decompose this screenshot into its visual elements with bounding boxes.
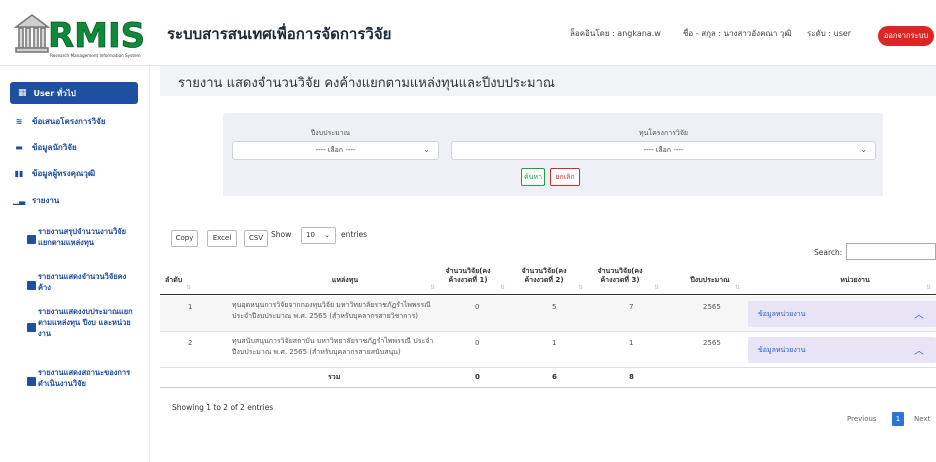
unit-accordion-label: ข้อมูลหน่วยงาน (758, 346, 806, 354)
sidebar-subitem-research-status[interactable]: รายงานแสดงสถานะของการดำเนินงานวิจัย (38, 367, 138, 389)
top-header: RMIS Research Management Information Sys… (0, 0, 936, 66)
sidebar-item-experts[interactable]: ▮▮ ข้อมูลผู้ทรงคุณวุฒิ (14, 167, 96, 180)
rmis-logo[interactable]: RMIS Research Management Information Sys… (10, 7, 150, 61)
col-header-pending2[interactable]: จำนวนวิจัย(คงค้างงวดที่ 2) (518, 267, 570, 285)
cell-pending3: 7 (629, 303, 634, 311)
fund-label: ทุนโครงการวิจัย (638, 129, 689, 137)
cell-pending1: 0 (475, 303, 480, 311)
page-length-value: 10 (306, 231, 315, 239)
cell-pending3: 1 (629, 339, 634, 347)
search-label: Search: (814, 248, 843, 257)
col-header-fund[interactable]: แหล่งทุน (255, 276, 435, 285)
total-pending1: 0 (475, 373, 480, 381)
columns-icon: ▮▮ (14, 169, 24, 178)
search-input[interactable] (846, 243, 936, 260)
col-header-pending1[interactable]: จำนวนวิจัย(คงค้างงวดที่ 1) (442, 267, 494, 285)
sidebar-item-label: User ทั่วไป (33, 88, 76, 98)
total-label: รวม (328, 373, 341, 381)
cell-year: 2565 (703, 339, 721, 347)
show-label: Show (271, 230, 292, 239)
sidebar: ▦ User ทั่วไป ≋ ข้อเสนอโครงการวิจัย ▬ ข้… (0, 66, 150, 462)
sidebar-subitem-budget-by-fund[interactable]: รายงานแสดงงบประมาณแยกตามแหล่งทุน ปีงบ แล… (38, 306, 138, 339)
logout-button[interactable]: ออกจากระบบ (878, 26, 934, 46)
cell-no: 2 (188, 339, 193, 347)
sidebar-item-label: รายงาน (32, 196, 60, 205)
copy-button[interactable]: Copy (171, 230, 198, 247)
entries-label: entries (341, 230, 367, 239)
sort-icon: ⇅ (430, 284, 436, 291)
total-pending2: 6 (552, 373, 557, 381)
sort-icon: ⇅ (735, 284, 741, 291)
sort-icon: ⇅ (578, 284, 584, 291)
search-button[interactable]: ค้นหา (521, 168, 545, 186)
grid-icon: ▦ (18, 88, 27, 98)
sidebar-item-label: ข้อเสนอโครงการวิจัย (32, 117, 106, 126)
pagination-page-1[interactable]: 1 (892, 412, 904, 426)
cell-no: 1 (188, 303, 193, 311)
unit-accordion-button[interactable]: ข้อมูลหน่วยงาน ︿ (748, 301, 936, 327)
report-icon (27, 235, 36, 244)
login-user-label: ล็อคอินโดย : angkana.w (570, 29, 661, 38)
col-header-year[interactable]: ปีงบประมาณ (680, 276, 740, 285)
filter-panel: ปีงบประมาณ ---- เลือก ---- ⌄ ทุนโครงการว… (223, 113, 883, 196)
sort-icon: ⇅ (186, 284, 192, 291)
sidebar-item-proposals[interactable]: ≋ ข้อเสนอโครงการวิจัย (14, 115, 106, 128)
svg-text:RMIS: RMIS (48, 16, 145, 56)
cell-pending2: 5 (552, 303, 557, 311)
cell-pending1: 0 (475, 339, 480, 347)
cell-year: 2565 (703, 303, 721, 311)
sidebar-item-researchers[interactable]: ▬ ข้อมูลนักวิจัย (14, 141, 77, 154)
col-header-unit[interactable]: หน่วยงาน (780, 276, 930, 285)
sidebar-item-label: ข้อมูลผู้ทรงคุณวุฒิ (32, 169, 96, 178)
chevron-up-icon: ︿ (914, 346, 924, 357)
sidebar-item-reports[interactable]: ▁▃ รายงาน (12, 194, 60, 207)
csv-button[interactable]: CSV (244, 230, 268, 247)
pagination-previous[interactable]: Previous (847, 415, 877, 423)
sort-icon: ⇅ (654, 284, 660, 291)
sidebar-subitem-research-by-fund[interactable]: รายงานสรุปจำนวนงานวิจัยแยกตามแหล่งทุน (38, 226, 138, 248)
user-name-label: ชื่อ - สกุล : นางสาวอังคณา วุฒิ (683, 29, 792, 38)
user-level-label: ระดับ : user (807, 29, 852, 38)
table-info: Showing 1 to 2 of 2 entries (172, 403, 274, 412)
col-header-pending3[interactable]: จำนวนวิจัย(คงค้างงวดที่ 3) (594, 267, 646, 285)
sidebar-subitem-pending-research[interactable]: รายงานแสดงจำนวนวิจัยคงค้าง (38, 271, 138, 293)
fund-value: ---- เลือก ---- (643, 146, 684, 154)
budget-year-label: ปีงบประมาณ (310, 129, 351, 137)
chevron-down-icon: ⌄ (860, 145, 867, 154)
cell-pending2: 1 (552, 339, 557, 347)
bar-chart-icon: ▁▃ (12, 196, 26, 205)
chevron-down-icon: ⌄ (324, 231, 330, 239)
logo-subtitle: Research Management Information System (50, 53, 141, 58)
cancel-button[interactable]: ยกเลิก (550, 168, 580, 186)
page-title-bar: รายงาน แสดงจำนวนวิจัย คงค้างแยกตามแหล่งท… (160, 66, 936, 96)
page-length-select[interactable]: 10 ⌄ (301, 227, 336, 244)
chevron-up-icon: ︿ (914, 310, 924, 321)
sidebar-item-label: ข้อมูลนักวิจัย (32, 143, 77, 152)
cell-fund: ทุนสนับสนุนการวิจัยสถาบัน มหาวิทยาลัยราช… (232, 337, 434, 356)
chevron-down-icon: ⌄ (423, 145, 430, 154)
cell-fund: ทุนอุดหนุนการวิจัยจากกองทุนวิจัย มหาวิทย… (232, 301, 431, 320)
budget-year-select[interactable]: ---- เลือก ---- ⌄ (232, 141, 439, 160)
table-total-row: รวม 0 6 8 (160, 368, 936, 388)
page-title: รายงาน แสดงจำนวนวิจัย คงค้างแยกตามแหล่งท… (178, 76, 555, 91)
briefcase-icon: ▬ (15, 143, 23, 152)
budget-year-value: ---- เลือก ---- (315, 146, 356, 154)
pagination-next[interactable]: Next (914, 415, 930, 423)
unit-accordion-button[interactable]: ข้อมูลหน่วยงาน ︿ (748, 337, 936, 363)
report-icon (27, 323, 36, 332)
report-icon (27, 377, 36, 386)
total-pending3: 8 (629, 373, 634, 381)
report-icon (27, 281, 36, 290)
excel-button[interactable]: Excel (207, 230, 237, 247)
table-header: ลำดับ ⇅ แหล่งทุน ⇅ จำนวนวิจัย(คงค้างงวดท… (160, 262, 936, 295)
layers-icon: ≋ (15, 117, 23, 126)
sort-icon: ⇅ (500, 284, 506, 291)
sidebar-item-general-user[interactable]: ▦ User ทั่วไป (10, 82, 138, 104)
app-title: ระบบสารสนเทศเพื่อการจัดการวิจัย (167, 25, 392, 43)
unit-accordion-label: ข้อมูลหน่วยงาน (758, 310, 806, 318)
fund-select[interactable]: ---- เลือก ---- ⌄ (451, 141, 876, 160)
sort-icon: ⇅ (926, 284, 932, 291)
